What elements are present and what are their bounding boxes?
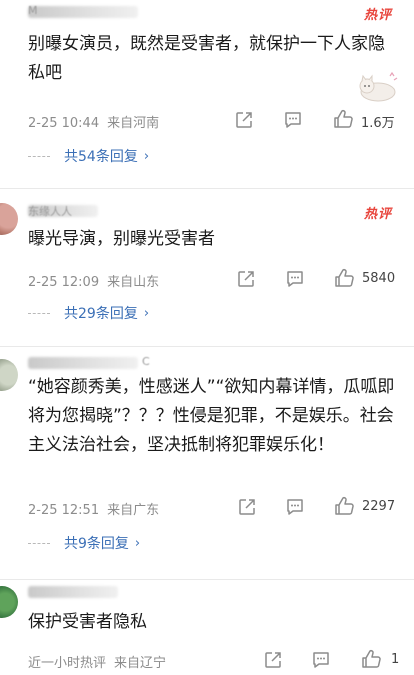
reply-divider [28,155,50,157]
like-count: 5840 [362,271,396,286]
share-icon[interactable] [237,497,257,517]
replies-count[interactable]: 共29条回复 [64,303,138,323]
username-blurred[interactable] [28,586,118,598]
comment-meta: 2-25 12:09 来自山东 [28,271,159,290]
username[interactable]: C [142,355,150,368]
chevron-right-icon: › [143,305,150,321]
comment-text: “她容颜秀美，性感迷人”“欲知内幕详情，瓜呱即将为您揭晓”？？？性侵是犯罪，不是… [28,377,395,455]
cat-sticker-icon [359,71,398,102]
comment-time: 2-25 12:51 [28,503,100,518]
hot-comment-badge: 热评 [363,207,392,222]
comment-location: 来自辽宁 [114,656,167,671]
view-replies-link[interactable]: 共54条回复 › [28,146,149,166]
view-replies-link[interactable]: 共9条回复 › [28,533,140,553]
comment-icon[interactable] [285,269,305,289]
thumbs-up-icon[interactable] [333,267,355,289]
comment-icon[interactable] [283,110,303,130]
share-icon[interactable] [234,110,254,130]
comment-time: 2-25 12:09 [28,275,100,290]
reply-divider [28,312,50,314]
comment-text: 曝光导演，别曝光受害者 [28,229,215,249]
share-icon[interactable] [263,650,283,670]
comment-icon[interactable] [311,650,331,670]
username[interactable]: 东缘人人 [28,203,72,219]
comment-item: M 热评 别曝女演员，既然是受害者，就保护一下人家隐私吧 2-25 10:44 来… [0,0,414,188]
chevron-right-icon: › [143,148,150,164]
thumbs-up-icon[interactable] [333,495,355,517]
username[interactable]: M [28,4,38,17]
avatar[interactable] [0,203,18,235]
reply-divider [28,542,50,544]
replies-count[interactable]: 共54条回复 [64,146,138,166]
comment-item: 东缘人人 热评 曝光导演，别曝光受害者 2-25 12:09 来自山东 5840 … [0,189,414,346]
replies-count[interactable]: 共9条回复 [64,533,129,553]
avatar[interactable] [0,359,18,391]
comment-location: 来自广东 [107,503,160,518]
like-count: 2297 [362,499,396,514]
comment-location: 来自山东 [107,275,160,290]
hot-comment-badge: 热评 [363,8,392,23]
comment-meta: 2-25 10:44 来自河南 [28,112,159,131]
comment-time: 2-25 10:44 [28,116,100,131]
comment-time: 近一小时热评 [28,656,107,671]
thumbs-up-icon[interactable] [360,648,382,670]
comment-item: 保护受害者隐私 近一小时热评 来自辽宁 1 [0,580,414,675]
like-count: 1 [391,652,400,667]
comment-location: 来自河南 [107,116,160,131]
comment-text: 保护受害者隐私 [28,612,147,632]
share-icon[interactable] [236,269,256,289]
comment-meta: 2-25 12:51 来自广东 [28,499,159,518]
like-count: 1.6万 [361,116,395,131]
comment-icon[interactable] [285,497,305,517]
chevron-right-icon: › [134,535,141,551]
username-blurred[interactable] [28,357,138,369]
avatar[interactable] [0,586,18,618]
comment-item: C “她容颜秀美，性感迷人”“欲知内幕详情，瓜呱即将为您揭晓”？？？性侵是犯罪，… [0,347,414,579]
username-blurred[interactable] [28,6,138,18]
comment-meta: 近一小时热评 来自辽宁 [28,652,166,671]
comment-text: 别曝女演员，既然是受害者，就保护一下人家隐私吧 [28,34,385,83]
view-replies-link[interactable]: 共29条回复 › [28,303,149,323]
thumbs-up-icon[interactable] [332,108,354,130]
